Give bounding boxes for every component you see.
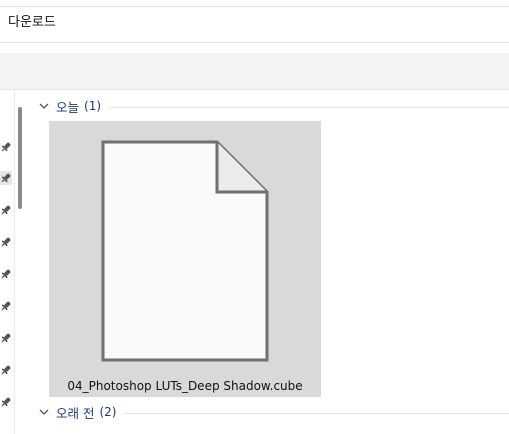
group-header-long-ago[interactable]: 오래 전 (2): [38, 403, 509, 421]
pin-icon[interactable]: [0, 331, 12, 345]
group-title: 오늘: [56, 99, 80, 115]
command-bar: [0, 53, 509, 90]
file-tile[interactable]: 04_Photoshop LUTs_Deep Shadow.cube: [49, 121, 321, 397]
address-bar[interactable]: 다운로드: [0, 7, 509, 43]
pin-icon[interactable]: [0, 267, 12, 281]
pin-icon[interactable]: [0, 363, 12, 377]
file-explorer-window: 다운로드 오늘 (1) 04_Photoshop LUTs_Deep Shado…: [0, 0, 509, 434]
top-strip: [0, 0, 509, 7]
group-title: 오래 전: [56, 405, 95, 421]
pin-icon[interactable]: [0, 203, 12, 217]
pane-splitter[interactable]: [14, 90, 15, 434]
group-divider: [109, 106, 509, 108]
group-count: (1): [84, 99, 102, 113]
file-name: 04_Photoshop LUTs_Deep Shadow.cube: [67, 379, 303, 393]
chevron-down-icon[interactable]: [38, 100, 50, 112]
group-header-today[interactable]: 오늘 (1): [38, 97, 509, 115]
scrollbar-thumb[interactable]: [18, 107, 22, 209]
group-count: (2): [99, 405, 117, 419]
address-path[interactable]: 다운로드: [8, 14, 56, 32]
pin-icon[interactable]: [0, 171, 12, 185]
file-icon: [101, 140, 269, 362]
pin-icon[interactable]: [0, 235, 12, 249]
pin-icon[interactable]: [0, 395, 12, 409]
pin-icon[interactable]: [0, 140, 12, 154]
chevron-down-icon[interactable]: [38, 406, 50, 418]
navigation-pane: [0, 90, 14, 434]
group-divider: [124, 412, 509, 414]
pin-icon[interactable]: [0, 299, 12, 313]
